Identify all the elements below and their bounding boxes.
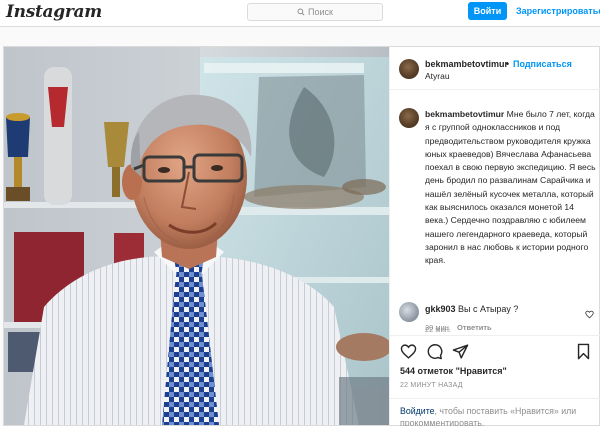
likes-number: 544 bbox=[400, 366, 416, 376]
likes-label: отметок "Нравится" bbox=[417, 366, 507, 376]
share-icon[interactable] bbox=[452, 343, 469, 360]
likes-count[interactable]: 544 отметок "Нравится" bbox=[400, 366, 507, 376]
caption-username[interactable]: bekmambetovtimur bbox=[425, 109, 504, 119]
author-avatar[interactable] bbox=[399, 59, 419, 79]
post-header: bekmambetovtimur • Подписаться Atyrau bbox=[390, 47, 600, 90]
comment-item: gkk903 Вы с Атырау ? 20 мин. Ответить bbox=[390, 302, 600, 338]
login-prompt-link[interactable]: Войдите bbox=[400, 406, 435, 416]
post-side-panel: bekmambetovtimur • Подписаться Atyrau be… bbox=[389, 47, 600, 426]
author-username[interactable]: bekmambetovtimur bbox=[425, 59, 508, 69]
post-actions: 544 отметок "Нравится" 22 МИНУТ НАЗАД Во… bbox=[390, 335, 600, 426]
login-prompt: Войдите, чтобы поставить «Нравится» или … bbox=[390, 398, 600, 426]
post-timestamp: 22 МИНУТ НАЗАД bbox=[400, 382, 463, 389]
comment-body: gkk903 Вы с Атырау ? bbox=[425, 304, 518, 314]
comment-text: Вы с Атырау ? bbox=[458, 304, 519, 314]
search-input[interactable]: Поиск bbox=[247, 3, 383, 21]
follow-button[interactable]: Подписаться bbox=[513, 59, 572, 69]
instagram-logo[interactable]: Instagram bbox=[6, 2, 102, 22]
search-placeholder: Поиск bbox=[308, 7, 333, 17]
login-button[interactable]: Войти bbox=[468, 2, 507, 20]
post-photo-image bbox=[4, 47, 389, 425]
post-caption: bekmambetovtimur Мне было 7 лет, когда я… bbox=[425, 108, 597, 268]
caption-area: bekmambetovtimur Мне было 7 лет, когда я… bbox=[390, 90, 600, 335]
caption-avatar[interactable] bbox=[399, 108, 419, 128]
caption-text: Мне было 7 лет, когда я с группой однокл… bbox=[425, 109, 596, 266]
post-card: bekmambetovtimur • Подписаться Atyrau be… bbox=[3, 46, 600, 426]
commenter-avatar[interactable] bbox=[399, 302, 419, 322]
search-icon bbox=[297, 8, 305, 16]
small-heart-icon[interactable] bbox=[585, 310, 594, 319]
post-location[interactable]: Atyrau bbox=[425, 71, 450, 81]
comment-timestamp: 20 мин. bbox=[425, 323, 451, 332]
commenter-username[interactable]: gkk903 bbox=[425, 304, 456, 314]
top-navigation-bar: Instagram Поиск Войти Зарегистрироваться bbox=[0, 0, 600, 27]
comment-icon[interactable] bbox=[426, 343, 443, 360]
post-photo[interactable] bbox=[4, 47, 389, 425]
comment-meta: 20 мин. Ответить bbox=[425, 323, 492, 332]
bookmark-icon[interactable] bbox=[575, 343, 592, 360]
reply-button[interactable]: Ответить bbox=[457, 323, 492, 332]
heart-icon[interactable] bbox=[400, 343, 417, 360]
register-link[interactable]: Зарегистрироваться bbox=[516, 6, 600, 16]
separator-dot: • bbox=[506, 59, 510, 69]
